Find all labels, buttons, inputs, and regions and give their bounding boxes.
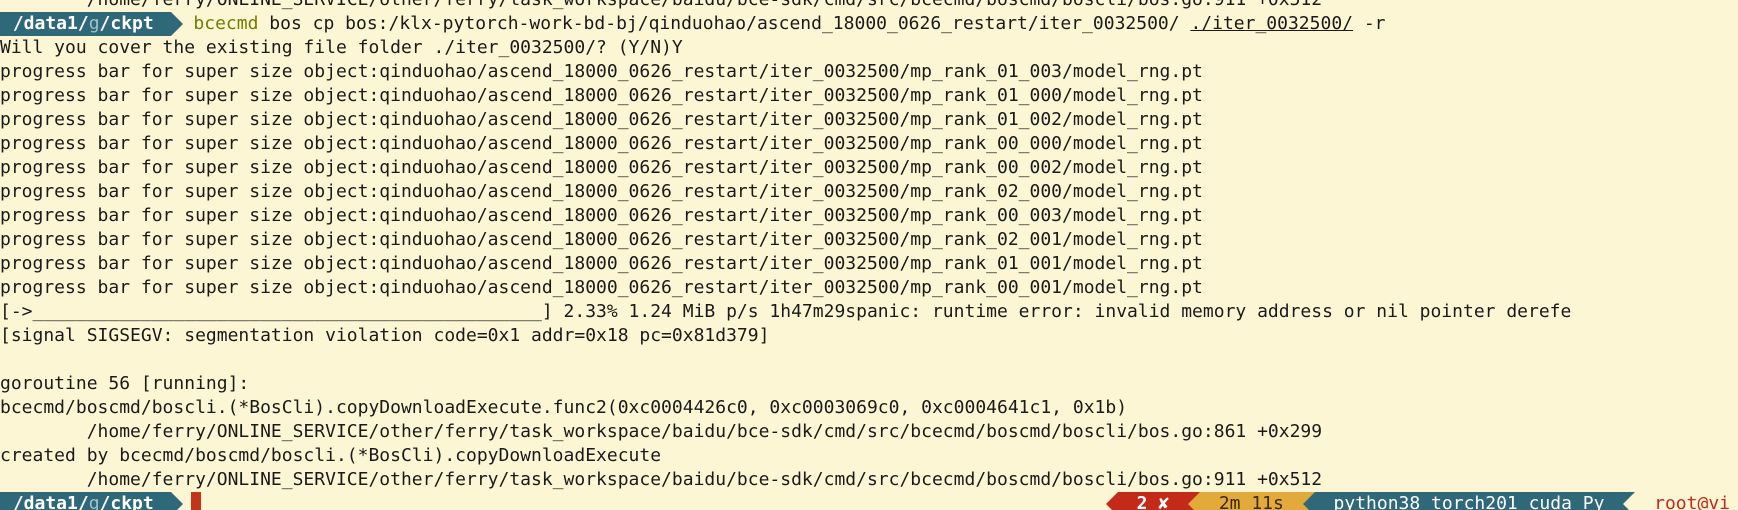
progress-line: progress bar for super size object:qindu… — [0, 109, 1203, 130]
command-args: bos cp bos:/klx-pytorch-work-bd-bj/qindu… — [258, 13, 1191, 34]
text-cursor[interactable] — [190, 492, 201, 510]
progress-line: progress bar for super size object:qindu… — [0, 277, 1203, 298]
prompt-arrow-icon — [170, 12, 183, 36]
progress-line: progress bar for super size object:qindu… — [0, 181, 1203, 202]
stack-func-line: bcecmd/boscmd/boscli.(*BosCli).copyDownl… — [0, 397, 1128, 418]
signal-line: [signal SIGSEGV: segmentation violation … — [0, 325, 770, 346]
goroutine-line: goroutine 56 [running]: — [0, 373, 250, 394]
output-line: /home/ferry/ONLINE_SERVICE/other/ferry/t… — [0, 0, 1738, 12]
segment-separator-icon — [1623, 492, 1636, 510]
created-by-line: created by bcecmd/boscmd/boscli.(*BosCli… — [0, 445, 662, 466]
progress-line: progress bar for super size object:qindu… — [0, 133, 1203, 154]
right-prompt: 2 ✘ 2m 11s python38_torch201_cuda Py roo… — [1105, 492, 1738, 510]
user-host-label: root@vi — [1635, 492, 1738, 510]
prompt-directory: /data1/g/ckpt — [0, 12, 171, 36]
progress-bar-line: [->_____________________________________… — [0, 301, 1572, 322]
python-env-label: python38_torch201_cuda Py — [1314, 492, 1624, 510]
stack-path-line: /home/ferry/ONLINE_SERVICE/other/ferry/t… — [0, 421, 1323, 442]
command-duration: 2m 11s — [1199, 492, 1303, 510]
progress-line: progress bar for super size object:qindu… — [0, 157, 1203, 178]
segment-separator-icon — [1105, 492, 1118, 510]
segment-separator-icon — [1187, 492, 1200, 510]
prompt-directory: /data1/g/ckpt — [0, 492, 171, 510]
command-flag: -r — [1353, 13, 1386, 34]
segment-separator-icon — [1302, 492, 1315, 510]
command-line: /data1/g/ckpt bcecmd bos cp bos:/klx-pyt… — [0, 12, 1738, 36]
command-target-path[interactable]: ./iter_0032500/ — [1190, 13, 1353, 34]
progress-line: progress bar for super size object:qindu… — [0, 253, 1203, 274]
prompt-arrow-icon — [170, 492, 183, 510]
command-name: bcecmd — [193, 13, 259, 34]
exit-status-badge: 2 ✘ — [1117, 492, 1188, 510]
confirm-line: Will you cover the existing file folder … — [0, 37, 683, 58]
progress-line: progress bar for super size object:qindu… — [0, 205, 1203, 226]
progress-line: progress bar for super size object:qindu… — [0, 61, 1203, 82]
progress-line: progress bar for super size object:qindu… — [0, 85, 1203, 106]
terminal-output: /home/ferry/ONLINE_SERVICE/other/ferry/t… — [0, 0, 1738, 510]
progress-line: progress bar for super size object:qindu… — [0, 229, 1203, 250]
stack-path-line: /home/ferry/ONLINE_SERVICE/other/ferry/t… — [0, 469, 1323, 490]
terminal-window[interactable]: /home/ferry/ONLINE_SERVICE/other/ferry/t… — [0, 0, 1738, 510]
